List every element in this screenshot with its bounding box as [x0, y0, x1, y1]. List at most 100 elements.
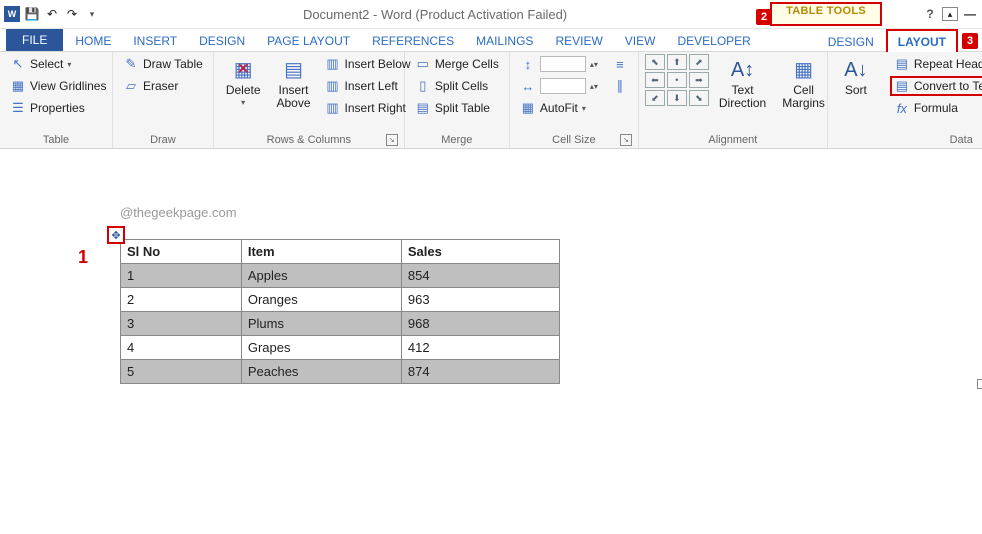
select-button[interactable]: ↖Select▾	[6, 54, 110, 74]
table-header[interactable]: Item	[241, 240, 401, 264]
document-table-wrap: ✥ Sl No Item Sales 1Apples854 2Oranges96…	[120, 239, 982, 384]
table-row[interactable]: 1Apples854	[121, 264, 560, 288]
eraser-button[interactable]: ▱Eraser	[119, 76, 207, 96]
view-gridlines-button[interactable]: ▦View Gridlines	[6, 76, 110, 96]
tab-insert[interactable]: INSERT	[123, 30, 187, 51]
split-cells-button[interactable]: ▯Split Cells	[411, 76, 503, 96]
sort-icon: A↓	[840, 58, 872, 82]
group-label-merge: Merge	[411, 132, 503, 148]
split-table-button[interactable]: ▤Split Table	[411, 98, 503, 118]
table-row[interactable]: 4Grapes412	[121, 336, 560, 360]
cell-margins-icon: ▦	[788, 58, 820, 82]
context-tools-label: TABLE TOOLS	[770, 2, 882, 26]
tab-design[interactable]: DESIGN	[189, 30, 255, 51]
align-ml-button[interactable]: ⬅	[645, 72, 665, 88]
table-row[interactable]: 2Oranges963	[121, 288, 560, 312]
delete-button[interactable]: ▦✕Delete▾	[220, 54, 267, 112]
repeat-header-button[interactable]: ▤Repeat Header Rows	[890, 54, 982, 74]
convert-to-text-button[interactable]: ▤Convert to Text	[890, 76, 982, 96]
align-mr-button[interactable]: ➡	[689, 72, 709, 88]
tab-mailings[interactable]: MAILINGS	[466, 30, 543, 51]
distribute-rows-icon: ≡	[612, 56, 628, 72]
tab-file[interactable]: FILE	[6, 29, 63, 51]
watermark-text: @thegeekpage.com	[120, 205, 237, 220]
tab-home[interactable]: HOME	[65, 30, 121, 51]
table-header[interactable]: Sl No	[121, 240, 242, 264]
dialog-launcher-icon[interactable]: ↘	[620, 134, 632, 146]
group-label-draw: Draw	[119, 132, 207, 148]
align-mc-button[interactable]: •	[667, 72, 687, 88]
col-width-icon: ↔	[520, 78, 536, 94]
tab-page-layout[interactable]: PAGE LAYOUT	[257, 30, 360, 51]
tab-view[interactable]: VIEW	[615, 30, 666, 51]
redo-icon[interactable]: ↷	[64, 6, 80, 22]
minimize-icon[interactable]: —	[962, 6, 978, 22]
group-label-cell-size: Cell Size↘	[516, 132, 632, 148]
dialog-launcher-icon[interactable]: ↘	[386, 134, 398, 146]
help-icon[interactable]: ?	[922, 6, 938, 22]
chevron-down-icon: ▾	[67, 60, 71, 69]
group-label-alignment: Alignment	[645, 132, 821, 148]
title-bar: W 💾 ↶ ↷ ▾ Document2 - Word (Product Acti…	[0, 0, 982, 29]
width-input[interactable]: ↔▴▾	[516, 76, 602, 96]
annotation-marker-3: 3	[962, 33, 978, 49]
split-cells-icon: ▯	[415, 78, 431, 94]
distribute-cols-icon: ∥	[612, 78, 628, 94]
chevron-down-icon: ▾	[582, 104, 586, 113]
draw-table-button[interactable]: ✎Draw Table	[119, 54, 207, 74]
table-row[interactable]: 5Peaches874	[121, 360, 560, 384]
word-app-icon: W	[4, 6, 20, 22]
cell-margins-button[interactable]: ▦Cell Margins	[776, 54, 831, 114]
table-resize-handle[interactable]	[977, 379, 982, 389]
tab-references[interactable]: REFERENCES	[362, 30, 464, 51]
group-label-rows-cols: Rows & Columns↘	[220, 132, 398, 148]
row-height-icon: ↕	[520, 56, 536, 72]
tab-table-design[interactable]: DESIGN	[818, 31, 884, 52]
table-move-handle[interactable]: ✥	[107, 226, 125, 244]
insert-above-button[interactable]: ▤Insert Above	[271, 54, 317, 114]
align-tr-button[interactable]: ⬈	[689, 54, 709, 70]
insert-right-icon: ▥	[325, 100, 341, 116]
properties-button[interactable]: ☰Properties	[6, 98, 110, 118]
align-bl-button[interactable]: ⬋	[645, 90, 665, 106]
merge-icon: ▭	[415, 56, 431, 72]
split-table-icon: ▤	[415, 100, 431, 116]
insert-below-button[interactable]: ▥Insert Below	[321, 54, 415, 74]
insert-left-button[interactable]: ▥Insert Left	[321, 76, 415, 96]
ribbon-options-icon[interactable]: ▴	[942, 7, 958, 21]
table-row[interactable]: 3Plums968	[121, 312, 560, 336]
eraser-icon: ▱	[123, 78, 139, 94]
autofit-icon: ▦	[520, 100, 536, 116]
ribbon-tabs: FILE HOME INSERT DESIGN PAGE LAYOUT REFE…	[0, 29, 982, 52]
pencil-icon: ✎	[123, 56, 139, 72]
undo-icon[interactable]: ↶	[44, 6, 60, 22]
save-icon[interactable]: 💾	[24, 6, 40, 22]
document-area: @thegeekpage.com 1 ✥ Sl No Item Sales 1A…	[0, 149, 982, 534]
table-header[interactable]: Sales	[401, 240, 559, 264]
align-br-button[interactable]: ⬊	[689, 90, 709, 106]
convert-text-icon: ▤	[894, 78, 910, 94]
autofit-button[interactable]: ▦AutoFit▾	[516, 98, 602, 118]
tab-review[interactable]: REVIEW	[545, 30, 612, 51]
merge-cells-button[interactable]: ▭Merge Cells	[411, 54, 503, 74]
align-tl-button[interactable]: ⬉	[645, 54, 665, 70]
cursor-icon: ↖	[10, 56, 26, 72]
delete-table-icon: ▦✕	[227, 58, 259, 82]
repeat-header-icon: ▤	[894, 56, 910, 72]
align-tc-button[interactable]: ⬆	[667, 54, 687, 70]
chevron-down-icon: ▾	[241, 99, 245, 108]
insert-right-button[interactable]: ▥Insert Right	[321, 98, 415, 118]
distribute-cols-button[interactable]: ∥	[608, 76, 632, 96]
document-table[interactable]: Sl No Item Sales 1Apples854 2Oranges963 …	[120, 239, 560, 384]
tab-table-layout[interactable]: LAYOUT	[886, 29, 958, 52]
distribute-rows-button[interactable]: ≡	[608, 54, 632, 74]
text-direction-button[interactable]: A↕Text Direction	[713, 54, 772, 114]
table-header-row[interactable]: Sl No Item Sales	[121, 240, 560, 264]
formula-button[interactable]: fxFormula	[890, 98, 982, 118]
insert-above-icon: ▤	[278, 58, 310, 82]
align-bc-button[interactable]: ⬇	[667, 90, 687, 106]
qat-customize-icon[interactable]: ▾	[84, 6, 100, 22]
tab-developer[interactable]: DEVELOPER	[667, 30, 760, 51]
sort-button[interactable]: A↓Sort	[834, 54, 878, 101]
height-input[interactable]: ↕▴▾	[516, 54, 602, 74]
